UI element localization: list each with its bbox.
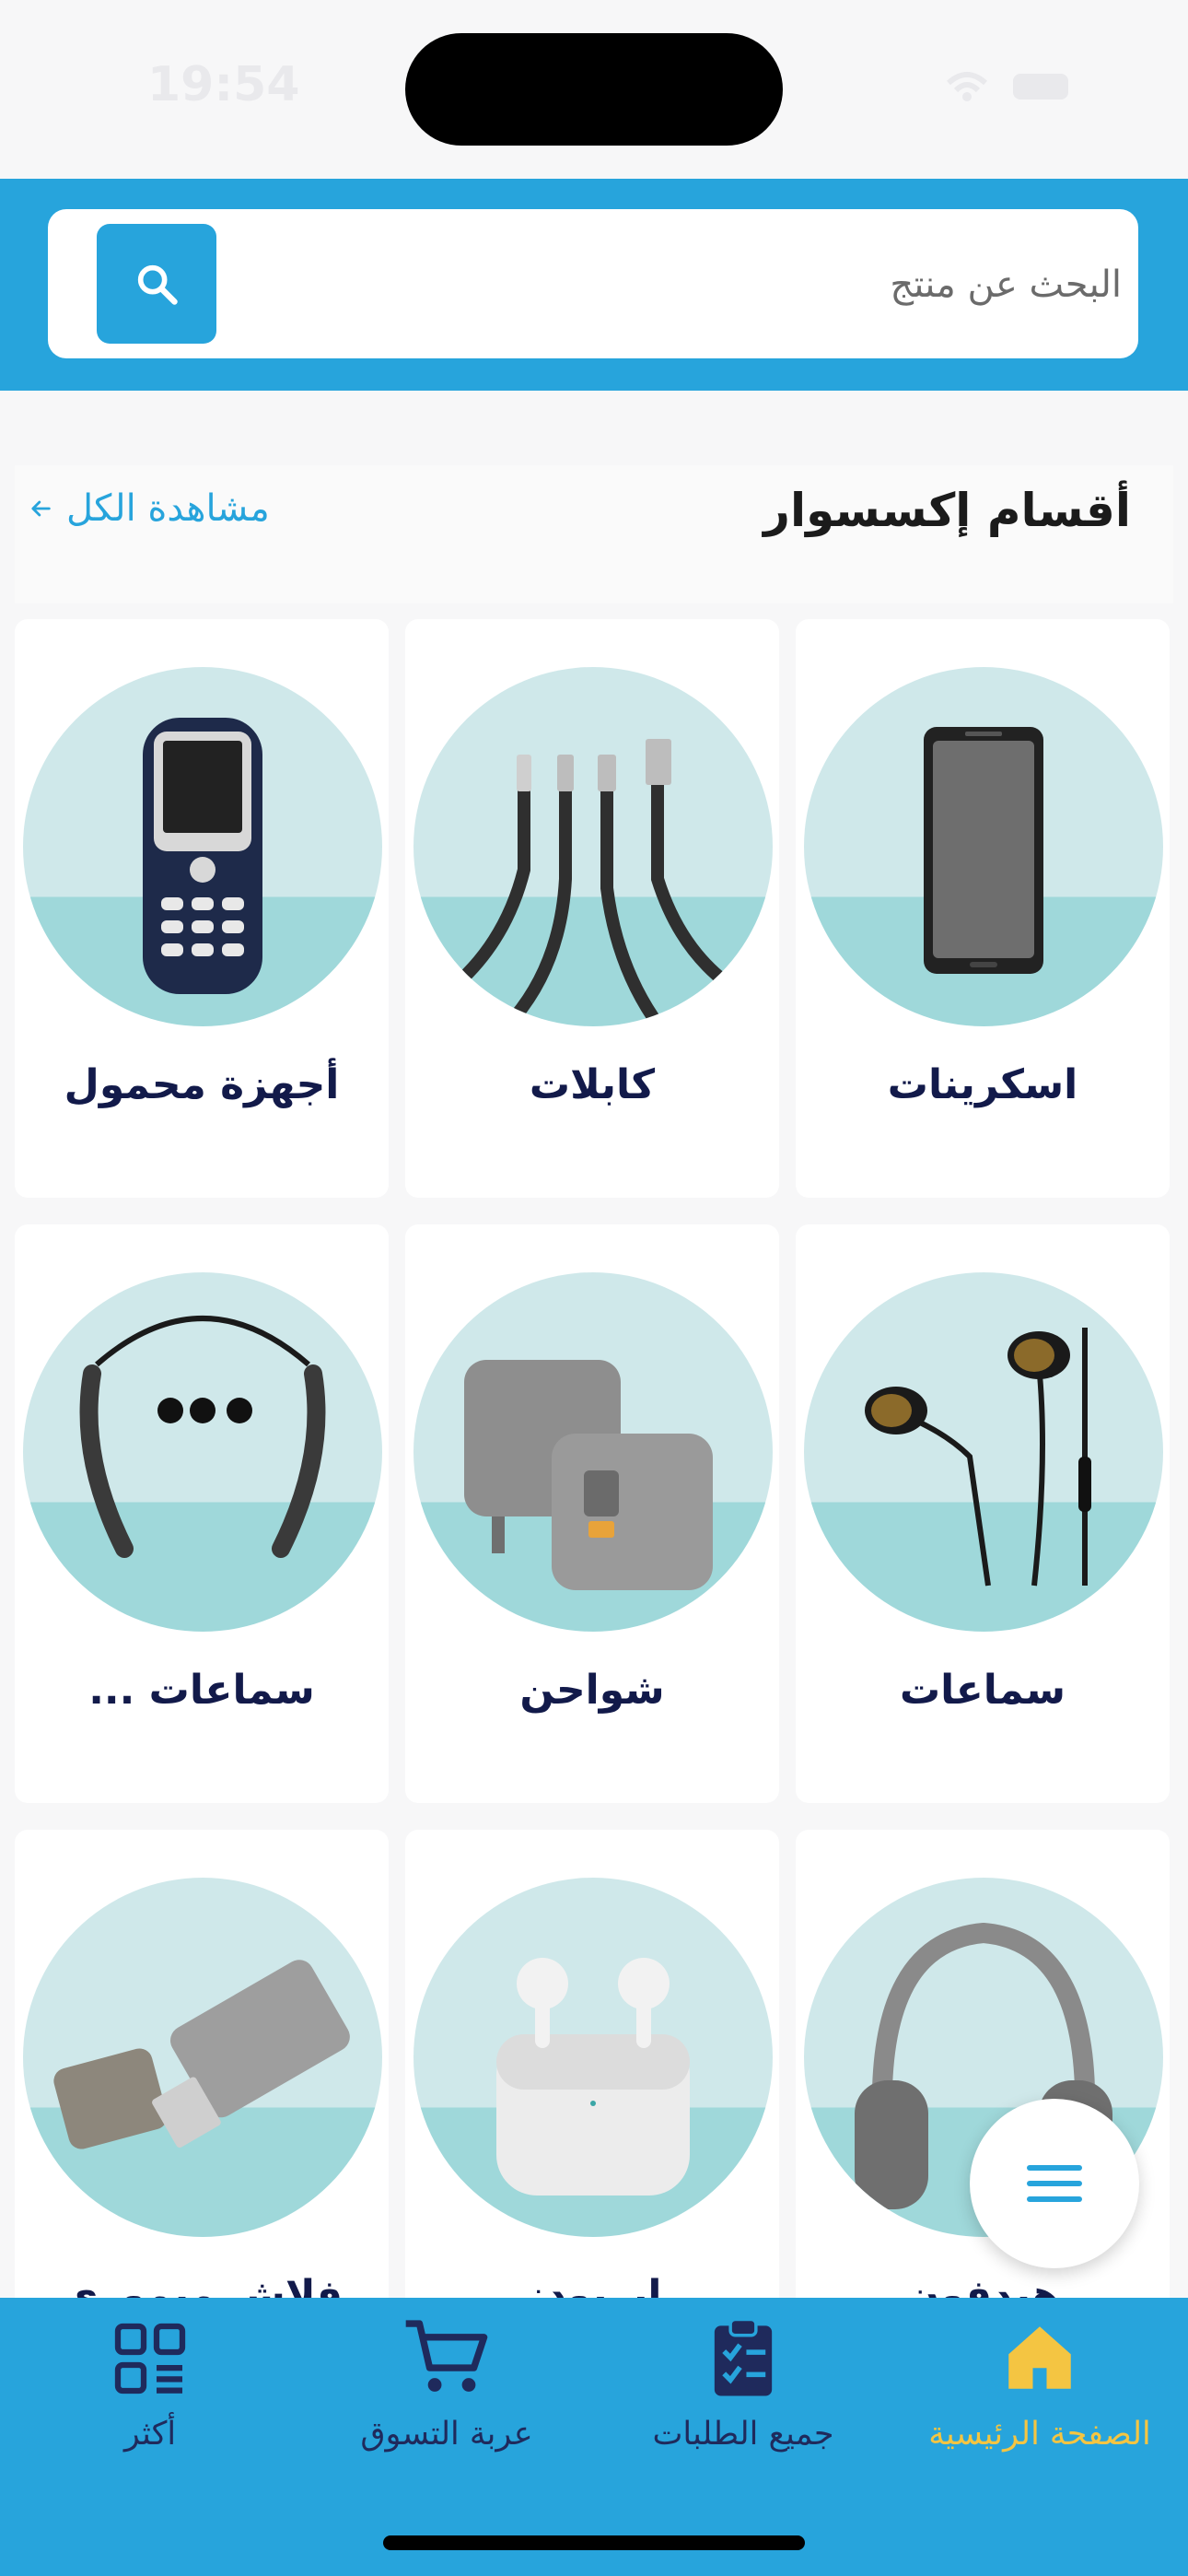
tab-more[interactable]: أكثر: [2, 2314, 298, 2462]
usb-flash-image: [23, 1878, 382, 2237]
category-label: فلاش ميموري: [60, 2272, 344, 2298]
menu-icon: [1027, 2165, 1082, 2202]
category-card-earphones[interactable]: سماعات: [796, 1224, 1170, 1803]
screen-protector-image: [804, 667, 1163, 1026]
category-label: سماعات ...: [88, 1667, 315, 1714]
tab-more-label: أكثر: [123, 2416, 177, 2453]
wifi-battery-icon: [946, 72, 1068, 101]
category-card-mobiles[interactable]: أجهزة محمول: [15, 619, 389, 1198]
bottom-tab-bar: الصفحة الرئيسية جميع الطلبات عربة التسوق: [0, 2298, 1188, 2576]
airpods-image: [413, 1878, 773, 2237]
category-card-neckband[interactable]: سماعات ...: [15, 1224, 389, 1803]
see-all-link[interactable]: مشاهدة الكل: [28, 487, 270, 530]
clipboard-icon: [714, 2317, 773, 2396]
menu-fab-button[interactable]: [970, 2099, 1139, 2268]
home-indicator: [383, 2535, 805, 2550]
status-time: 19:54: [147, 57, 300, 112]
category-label: اسكرينات: [887, 1061, 1078, 1108]
arrow-left-icon: [31, 500, 51, 517]
category-label: هيدفون: [905, 2272, 1060, 2298]
category-card-flash[interactable]: فلاش ميموري: [15, 1830, 389, 2298]
earphones-image: [804, 1272, 1163, 1632]
tab-orders[interactable]: جميع الطلبات: [595, 2314, 891, 2462]
neckband-headset-image: [23, 1272, 382, 1632]
section-title: أقسام إكسسوار: [763, 484, 1131, 537]
search-icon: [137, 264, 178, 305]
mobile-phone-image: [23, 667, 382, 1026]
tab-home-label: الصفحة الرئيسية: [928, 2416, 1151, 2453]
cart-icon: [405, 2320, 488, 2392]
category-card-airpods[interactable]: ايربودز: [405, 1830, 779, 2298]
chargers-image: [413, 1272, 773, 1632]
see-all-label: مشاهدة الكل: [66, 487, 270, 530]
tab-orders-label: جميع الطلبات: [652, 2416, 834, 2453]
category-label: ايربودز: [522, 2272, 662, 2298]
search-box: [48, 209, 1138, 360]
category-grid: اسكرينات كابلات أجهزة محمول سماعات شواحن…: [15, 619, 1173, 2298]
grid-list-icon: [114, 2323, 186, 2395]
tab-home[interactable]: الصفحة الرئيسية: [891, 2314, 1188, 2462]
section-header: أقسام إكسسوار مشاهدة الكل: [15, 465, 1173, 603]
tab-cart-label: عربة التسوق: [360, 2416, 533, 2453]
category-label: سماعات: [899, 1667, 1066, 1714]
status-bar: 19:54: [0, 0, 1188, 179]
category-label: شواحن: [519, 1667, 665, 1714]
search-button[interactable]: [97, 224, 216, 344]
search-input[interactable]: [236, 209, 1124, 360]
category-label: أجهزة محمول: [64, 1061, 340, 1108]
search-header: [0, 179, 1188, 391]
status-icons: [930, 66, 1077, 103]
tab-cart[interactable]: عربة التسوق: [298, 2314, 595, 2462]
category-card-chargers[interactable]: شواحن: [405, 1224, 779, 1803]
dynamic-island: [405, 33, 783, 146]
category-card-cables[interactable]: كابلات: [405, 619, 779, 1198]
home-icon: [1008, 2326, 1071, 2389]
category-label: كابلات: [529, 1061, 656, 1108]
category-card-screens[interactable]: اسكرينات: [796, 619, 1170, 1198]
cables-image: [413, 667, 773, 1026]
